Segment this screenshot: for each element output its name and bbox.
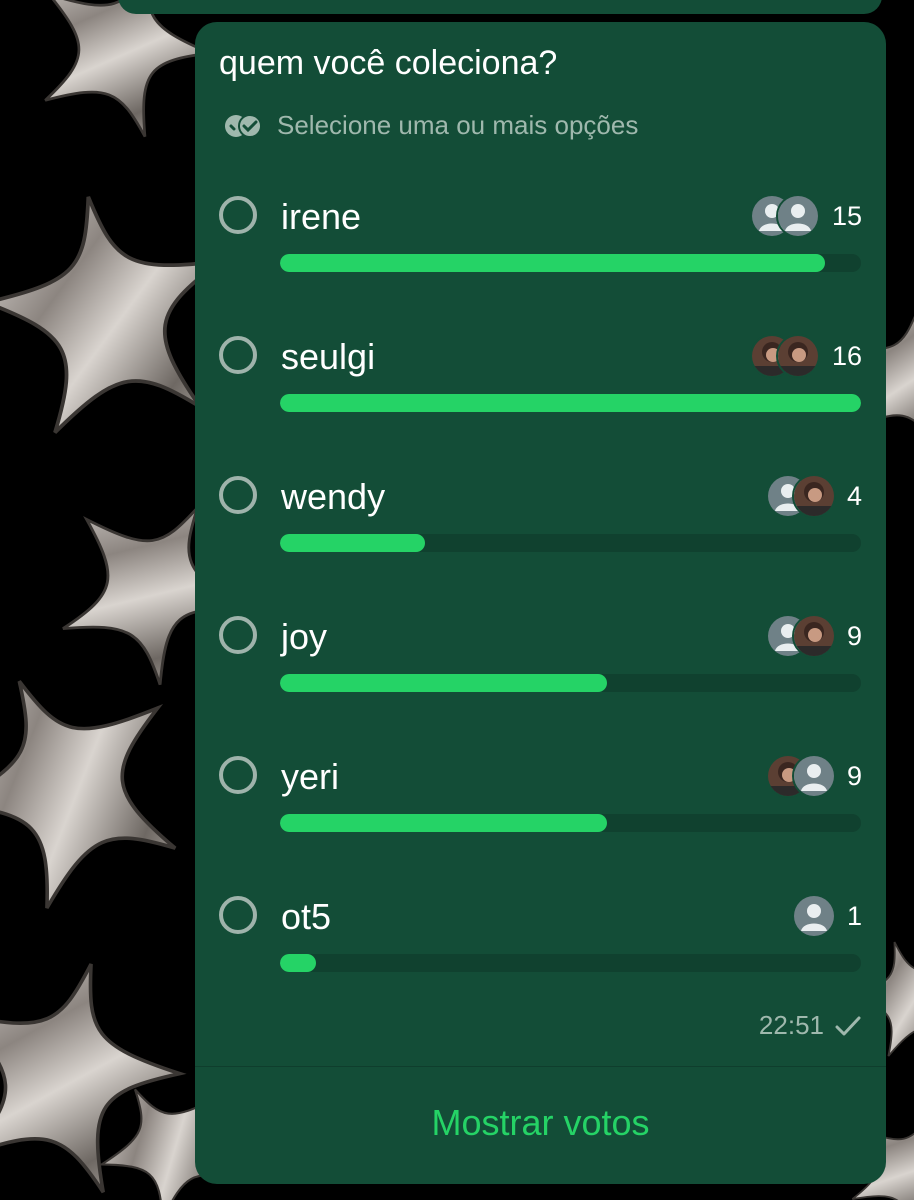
poll-option-yeri[interactable]: yeri 9 [195,754,886,894]
default-avatar-icon [792,754,836,798]
radio-button[interactable] [219,336,257,374]
photo-avatar [792,614,836,658]
option-label: wendy [281,476,386,517]
vote-count: 9 [846,621,862,651]
poll-option-wendy[interactable]: wendy 4 [195,474,886,614]
radio-button[interactable] [219,616,257,654]
voter-avatars [792,894,836,938]
default-avatar-icon [792,894,836,938]
vote-progress-fill [280,954,317,972]
voter-avatars [766,474,836,518]
vote-progress-track [280,954,861,972]
vote-progress-track [280,394,861,412]
poll-option-joy[interactable]: joy 9 [195,614,886,754]
option-label: seulgi [281,336,376,377]
vote-progress-track [280,534,861,552]
voter-avatars [766,754,836,798]
vote-count: 4 [846,481,862,511]
vote-count: 15 [831,201,862,231]
single-check-icon [835,1016,861,1035]
double-check-circle-icon [225,113,262,138]
photo-avatar [792,474,836,518]
radio-button[interactable] [219,896,257,934]
option-label: joy [281,616,328,657]
poll-question: quem você coleciona? [219,44,558,82]
voter-avatars [750,194,820,238]
vote-count: 1 [846,901,862,931]
poll-message-bubble: quem você coleciona? Selecione uma ou ma… [195,22,886,1184]
vote-progress-fill [280,534,426,552]
message-time: 22:51 [758,1010,824,1040]
option-label: yeri [281,756,340,797]
option-label: irene [281,196,362,237]
poll-hint-text: Selecione uma ou mais opções [277,110,639,140]
option-label: ot5 [281,896,332,937]
show-votes-button[interactable]: Mostrar votos [195,1102,886,1144]
poll-option-seulgi[interactable]: seulgi 16 [195,334,886,474]
radio-button[interactable] [219,476,257,514]
poll-hint: Selecione uma ou mais opções [223,110,638,141]
vote-progress-fill [280,254,825,272]
star-shape [0,631,217,929]
voter-avatars [766,614,836,658]
vote-progress-fill [280,814,607,832]
vote-progress-track [280,814,861,832]
poll-option-irene[interactable]: irene 15 [195,194,886,334]
divider [195,1066,886,1067]
vote-progress-fill [280,674,607,692]
vote-progress-fill [280,394,861,412]
vote-progress-track [280,674,861,692]
previous-message-bubble [118,0,882,14]
radio-button[interactable] [219,196,257,234]
vote-count: 16 [831,341,862,371]
default-avatar-icon [776,194,820,238]
vote-count: 9 [846,761,862,791]
radio-button[interactable] [219,756,257,794]
voter-avatars [750,334,820,378]
photo-avatar [776,334,820,378]
vote-progress-track [280,254,861,272]
message-meta: 22:51 [759,1010,862,1041]
